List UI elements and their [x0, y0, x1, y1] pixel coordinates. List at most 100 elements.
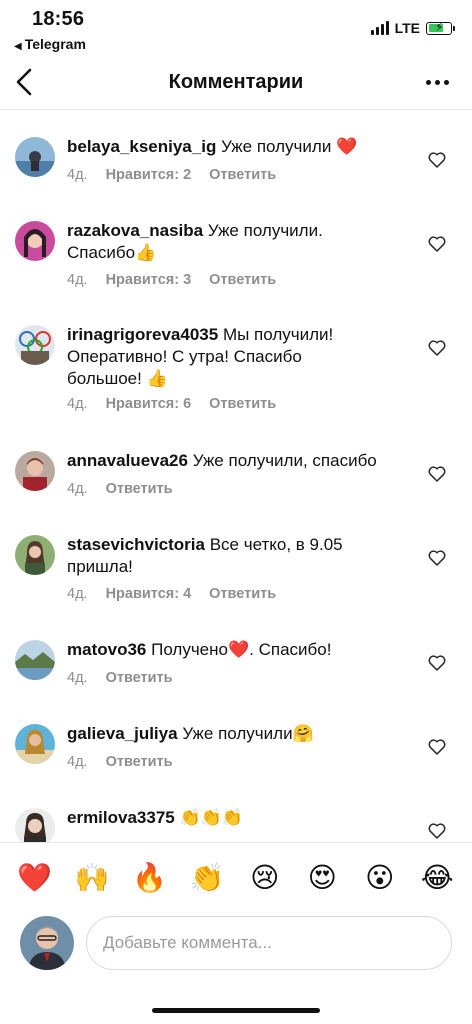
signal-icon: [370, 21, 389, 35]
crying-face-emoji-button[interactable]: 😢: [248, 861, 282, 895]
comment-body: Уже получили, спасибо: [192, 451, 377, 470]
comment-time: 4д.: [67, 481, 88, 497]
comment-input-row: [0, 912, 472, 982]
more-options-button[interactable]: [426, 72, 450, 92]
comment-emoji: 👍: [146, 369, 168, 388]
comment-emoji: ❤️: [227, 640, 250, 659]
like-heart-icon[interactable]: [428, 739, 446, 755]
emoji-quick-bar: ❤️ 🙌 🔥 👏 😢 😍 😮 😂: [0, 842, 472, 912]
status-bar: 18:56 ◀ Telegram LTE ⚡: [0, 0, 472, 56]
comment-body: Уже получили: [221, 137, 332, 156]
comment-username[interactable]: galieva_juliya: [67, 724, 178, 743]
avatar[interactable]: [15, 640, 55, 680]
comment-time: 4д.: [67, 670, 88, 686]
comment-username[interactable]: irinagrigoreva4035: [67, 325, 218, 344]
comment-text: matovo36 Получено❤️. Спасибо!: [67, 639, 407, 661]
status-time: 18:56: [32, 8, 85, 30]
comment-text: razakova_nasiba Уже получили. Спасибо👍: [67, 220, 407, 264]
comment-text: belaya_kseniya_ig Уже получили ❤️: [67, 136, 407, 158]
comment-text: annavalueva26 Уже получили, спасибо: [67, 450, 407, 472]
red-heart-emoji-button[interactable]: ❤️: [17, 861, 52, 895]
avatar[interactable]: [15, 451, 55, 491]
reply-button[interactable]: Ответить: [209, 396, 276, 412]
heart-eyes-emoji-button[interactable]: 😍: [305, 861, 339, 895]
comment-emoji: ❤️: [336, 137, 358, 156]
back-triangle-icon: ◀: [14, 41, 22, 52]
likes-count[interactable]: Нравится: 6: [106, 396, 192, 412]
comment-body-line2: Оперативно! С утра! Спасибо: [67, 347, 302, 366]
comment-time: 4д.: [67, 167, 88, 183]
clapping-hands-emoji-button[interactable]: 👏: [190, 861, 225, 895]
comment-text: galieva_juliya Уже получили🤗: [67, 723, 407, 745]
like-heart-icon[interactable]: [428, 823, 446, 839]
battery-icon: ⚡: [426, 20, 455, 35]
reply-button[interactable]: Ответить: [209, 272, 276, 288]
comment-meta: 4д. Ответить: [67, 754, 173, 770]
comment-body: Все четко, в 9.05: [209, 535, 343, 554]
comment-username[interactable]: stasevichvictoria: [67, 535, 205, 554]
like-heart-icon[interactable]: [428, 655, 446, 671]
comment-meta: 4д. Нравится: 3 Ответить: [67, 272, 276, 288]
comment-body: Мы получили!: [222, 325, 334, 344]
comment-body-line2: пришла!: [67, 557, 133, 576]
comment-input[interactable]: [86, 916, 452, 970]
back-to-app-link[interactable]: ◀ Telegram: [14, 36, 86, 52]
comment-emoji: 👍: [135, 243, 157, 262]
comment-text: stasevichvictoria Все четко, в 9.05 приш…: [67, 534, 407, 578]
comment-username[interactable]: razakova_nasiba: [67, 221, 203, 240]
comment-body-line2: Спасибо: [67, 243, 136, 262]
reply-button[interactable]: Ответить: [209, 167, 276, 183]
dot-icon: [444, 79, 449, 85]
comment-time: 4д.: [67, 586, 88, 602]
likes-count[interactable]: Нравится: 3: [106, 272, 192, 288]
header: Комментарии: [0, 56, 472, 110]
back-app-label: Telegram: [24, 36, 86, 52]
comment-meta: 4д. Нравится: 6 Ответить: [67, 396, 276, 412]
avatar[interactable]: [15, 221, 55, 261]
like-heart-icon[interactable]: [428, 340, 446, 356]
like-heart-icon[interactable]: [428, 152, 446, 168]
reply-button[interactable]: Ответить: [106, 481, 173, 497]
reply-button[interactable]: Ответить: [106, 754, 173, 770]
fire-emoji-button[interactable]: 🔥: [132, 861, 167, 895]
comment-time: 4д.: [67, 396, 88, 412]
like-heart-icon[interactable]: [428, 466, 446, 482]
comment-username[interactable]: ermilova3375: [67, 808, 175, 827]
reply-button[interactable]: Ответить: [106, 670, 173, 686]
comment-body: Получено: [151, 640, 228, 659]
network-type: LTE: [394, 20, 420, 36]
comment-username[interactable]: annavalueva26: [67, 451, 188, 470]
comment-username[interactable]: belaya_kseniya_ig: [67, 137, 216, 156]
avatar[interactable]: [15, 535, 55, 575]
comment-meta: 4д. Нравится: 4 Ответить: [67, 586, 276, 602]
home-indicator[interactable]: [152, 1008, 320, 1013]
dot-icon: [426, 79, 431, 85]
like-heart-icon[interactable]: [428, 550, 446, 566]
comment-time: 4д.: [67, 272, 88, 288]
my-avatar: [20, 916, 74, 970]
comment-emoji: 👏👏👏: [179, 808, 243, 827]
like-heart-icon[interactable]: [428, 236, 446, 252]
laughing-tears-emoji-button[interactable]: 😂: [420, 861, 454, 895]
raising-hands-emoji-button[interactable]: 🙌: [75, 861, 110, 895]
likes-count[interactable]: Нравится: 2: [106, 167, 192, 183]
comment-body-line3: большое!: [67, 369, 142, 388]
status-indicators: LTE ⚡: [370, 20, 455, 36]
avatar[interactable]: [15, 724, 55, 764]
comment-body: Уже получили: [182, 724, 293, 743]
likes-count[interactable]: Нравится: 4: [106, 586, 192, 602]
comment-body: Уже получили.: [207, 221, 323, 240]
surprised-face-emoji-button[interactable]: 😮: [363, 861, 397, 895]
comment-meta: 4д. Ответить: [67, 670, 173, 686]
page-title: Комментарии: [168, 71, 304, 93]
comment-username[interactable]: matovo36: [67, 640, 146, 659]
avatar[interactable]: [15, 325, 55, 365]
comment-text: ermilova3375 👏👏👏: [67, 807, 407, 829]
comment-meta: 4д. Нравится: 2 Ответить: [67, 167, 276, 183]
comment-text: irinagrigoreva4035 Мы получили! Оператив…: [67, 324, 407, 390]
comment-emoji: 🤗: [292, 724, 314, 743]
reply-button[interactable]: Ответить: [209, 586, 276, 602]
avatar[interactable]: [15, 137, 55, 177]
dot-icon: [435, 79, 440, 85]
comment-body-tail: . Спасибо!: [249, 640, 332, 659]
